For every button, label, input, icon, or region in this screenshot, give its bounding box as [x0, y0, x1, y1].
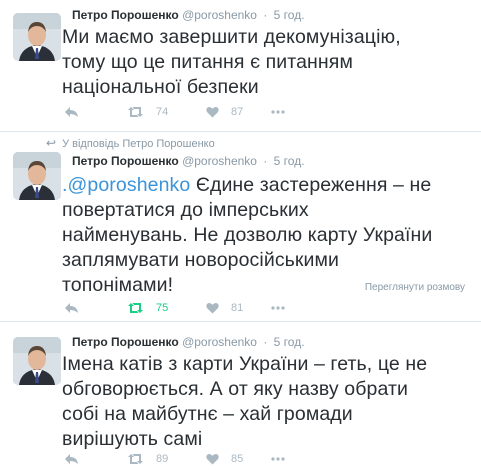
more-dots-icon [270, 453, 286, 465]
tweet-text-line: обговорюється. А от яку назву обрати [62, 378, 408, 400]
separator-dot: · [263, 8, 268, 22]
tweet[interactable]: Петро Порошенко @poroshenko · 5 год. Ми … [0, 0, 481, 132]
tweet-text-line: Ми маємо завершити декомунізацію, [62, 26, 401, 48]
reply-icon [64, 453, 79, 465]
reply-button[interactable] [64, 106, 79, 118]
like-button[interactable]: 81 [206, 302, 243, 314]
avatar[interactable] [13, 152, 61, 200]
retweet-button[interactable]: 74 [127, 106, 168, 118]
tweet-header: Петро Порошенко @poroshenko · 5 год. [72, 335, 305, 349]
reply-button[interactable] [64, 302, 79, 314]
tweet[interactable]: ↩ У відповідь Петро Порошенко Петро Порош… [0, 132, 481, 322]
reply-icon [64, 106, 79, 118]
like-button[interactable]: 85 [206, 453, 243, 465]
retweet-button[interactable]: 75 [127, 302, 168, 314]
tweet-text-line: тому що це питання є питанням [62, 51, 353, 73]
tweet-text: .@poroshenko Єдине застереження – не пов… [62, 173, 471, 298]
tweet[interactable]: Петро Порошенко @poroshenko · 5 год. Іме… [0, 322, 481, 475]
retweet-button[interactable]: 89 [127, 453, 168, 465]
tweet-text: Ми маємо завершити декомунізацію, тому щ… [62, 25, 471, 100]
mention-link[interactable]: .@poroshenko [62, 174, 190, 196]
author-name[interactable]: Петро Порошенко [72, 335, 179, 349]
retweet-icon [127, 302, 144, 314]
more-dots-icon [270, 302, 286, 314]
like-button[interactable]: 87 [206, 106, 243, 118]
view-conversation-link[interactable]: Переглянути розмову [365, 282, 465, 293]
like-count: 81 [231, 302, 244, 314]
timestamp[interactable]: 5 год. [274, 335, 305, 349]
tweet-text-line: найменувань. Не дозволю карту України [62, 224, 433, 246]
tweet-text-line: вирішують самі [62, 428, 203, 450]
tweet-text: Імена катів з карти України – геть, це н… [62, 352, 471, 452]
reply-arrow-icon: ↩ [46, 136, 57, 150]
heart-icon [206, 106, 219, 118]
avatar[interactable] [13, 337, 61, 385]
reply-icon [64, 302, 79, 314]
reply-button[interactable] [64, 453, 79, 465]
more-dots-icon [270, 106, 286, 118]
tweet-text-line: національної безпеки [62, 76, 259, 98]
tweet-text-line: заплямувати новоросійськими [62, 249, 340, 271]
tweet-header: Петро Порошенко @poroshenko · 5 год. [72, 154, 305, 168]
tweet-text-line: .@poroshenko Єдине застереження – не [62, 173, 471, 198]
tweet-text-line: Імена катів з карти України – геть, це н… [62, 353, 428, 375]
retweet-icon [127, 106, 144, 118]
heart-icon [206, 453, 219, 465]
tweet-header: Петро Порошенко @poroshenko · 5 год. [72, 8, 305, 22]
more-button[interactable] [270, 106, 286, 118]
tweet-text-segment: Єдине застереження – не [190, 174, 432, 196]
timestamp[interactable]: 5 год. [274, 154, 305, 168]
timestamp[interactable]: 5 год. [274, 8, 305, 22]
like-count: 87 [231, 106, 244, 118]
retweet-count: 89 [156, 453, 169, 465]
retweet-count: 74 [156, 106, 169, 118]
tweet-text-line: повертатися до імперських [62, 199, 309, 221]
separator-dot: · [263, 335, 268, 349]
author-handle[interactable]: @poroshenko [182, 154, 257, 168]
author-name[interactable]: Петро Порошенко [72, 8, 179, 22]
more-button[interactable] [270, 302, 286, 314]
retweet-count: 75 [156, 302, 169, 314]
author-name[interactable]: Петро Порошенко [72, 154, 179, 168]
like-count: 85 [231, 453, 244, 465]
in-reply-to-context[interactable]: ↩ У відповідь Петро Порошенко [46, 136, 215, 150]
timeline: Петро Порошенко @poroshenko · 5 год. Ми … [0, 0, 481, 475]
more-button[interactable] [270, 453, 286, 465]
retweet-icon [127, 453, 144, 465]
author-handle[interactable]: @poroshenko [182, 8, 257, 22]
heart-icon [206, 302, 219, 314]
separator-dot: · [263, 154, 268, 168]
avatar[interactable] [13, 13, 61, 61]
tweet-text-line: собі на майбутнє – хай громади [62, 403, 353, 425]
author-handle[interactable]: @poroshenko [182, 335, 257, 349]
in-reply-to-text: У відповідь Петро Порошенко [62, 138, 215, 150]
